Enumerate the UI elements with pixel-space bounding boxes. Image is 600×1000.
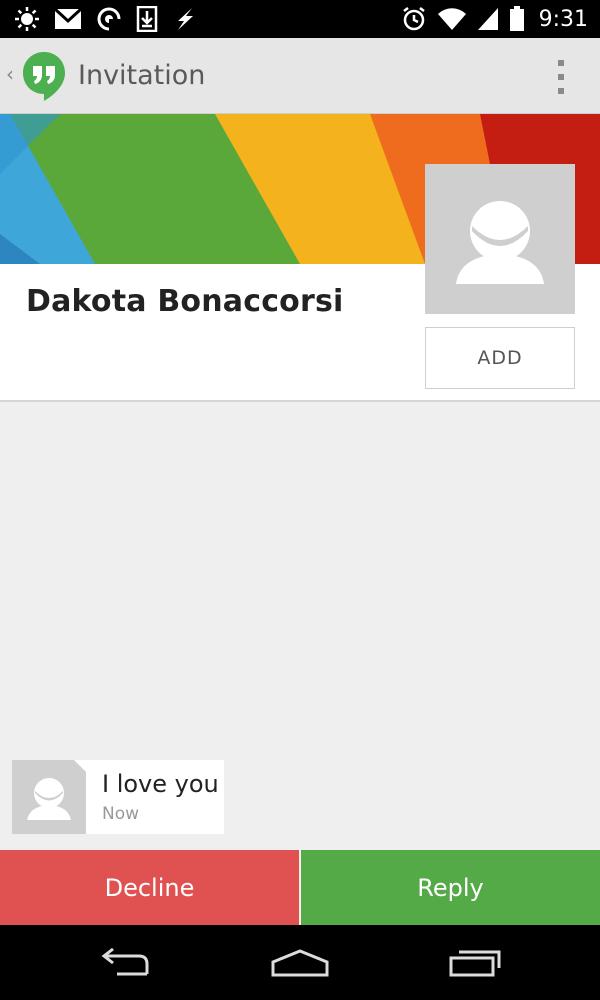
message-bubble: I love you Now — [74, 760, 224, 834]
status-bar: 9:31 — [0, 0, 600, 38]
add-button[interactable]: ADD — [425, 327, 575, 389]
signal-icon — [477, 7, 499, 31]
contact-name: Dakota Bonaccorsi — [26, 284, 344, 319]
decline-button[interactable]: Decline — [0, 850, 299, 925]
hangouts-logo-icon[interactable] — [20, 50, 68, 102]
message-timestamp: Now — [102, 804, 140, 824]
navigation-bar — [0, 925, 600, 1000]
recents-icon[interactable] — [435, 939, 515, 987]
message-item: I love you Now — [12, 760, 224, 834]
home-icon[interactable] — [260, 939, 340, 987]
battery-icon — [509, 6, 525, 32]
status-left-icons — [14, 0, 198, 38]
gmail-icon — [54, 8, 82, 30]
alarm-icon — [401, 6, 427, 32]
status-right-icons: 9:31 — [401, 0, 588, 38]
hangouts-status-icon — [96, 6, 122, 32]
avatar — [425, 164, 575, 314]
wifi-icon — [437, 7, 467, 31]
clock-time: 9:31 — [538, 6, 588, 32]
reply-button[interactable]: Reply — [301, 850, 600, 925]
page-title: Invitation — [78, 60, 206, 91]
back-icon[interactable] — [85, 939, 165, 987]
flash-icon — [172, 6, 198, 32]
up-chevron-icon[interactable]: ‹ — [6, 64, 14, 84]
message-text: I love you — [102, 770, 219, 798]
download-icon — [136, 6, 158, 32]
brightness-icon — [14, 6, 40, 32]
overflow-menu-icon[interactable] — [556, 60, 566, 94]
action-bar: ‹ Invitation — [0, 38, 600, 114]
